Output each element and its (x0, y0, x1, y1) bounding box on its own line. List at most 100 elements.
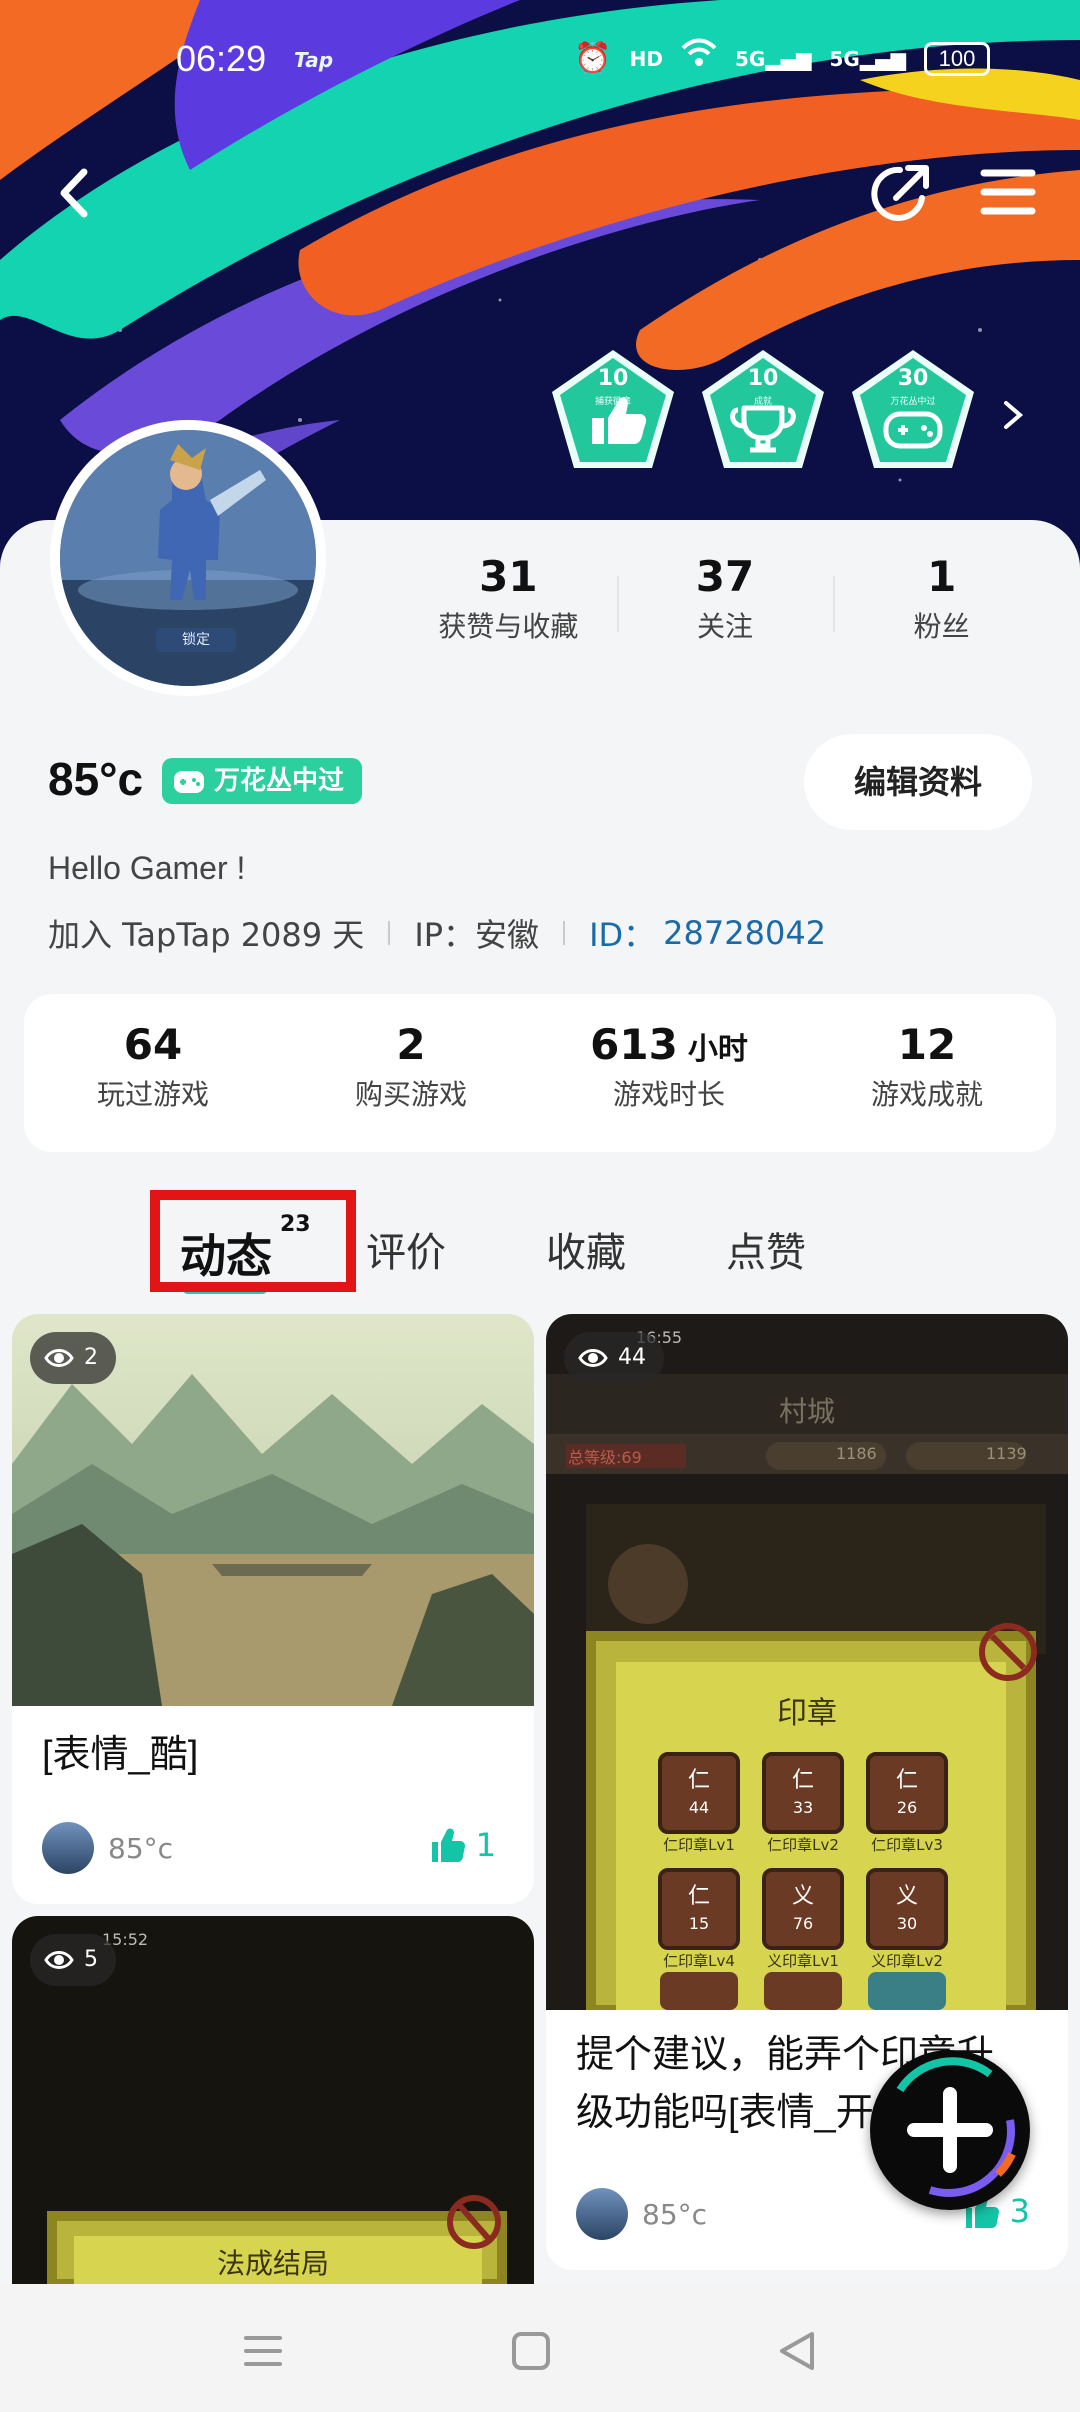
seal-count: 44 (688, 1798, 710, 1817)
status-bar: 06:29 Tap ⏰ HD 5G▂▄▆ 5G▂▄▆ 100 (0, 30, 1080, 94)
stat-followers[interactable]: 1 粉丝 (833, 552, 1050, 662)
tab-label: 评价 (366, 1230, 446, 1276)
seal-item: 仁 26 (868, 1754, 946, 1832)
badges-more-button[interactable] (998, 395, 1028, 435)
seal-item: 义 76 (764, 1870, 842, 1948)
avatar[interactable]: 锁定 (50, 420, 326, 696)
badge-thumbs-up[interactable]: 10 捕获徽章 (548, 346, 678, 476)
stat-value: 31 (479, 552, 538, 601)
feed-card[interactable]: 15:52 法成结局 5 (12, 1916, 534, 2284)
highlight-annotation-box (150, 1190, 356, 1292)
game-stat-purchased[interactable]: 2 购买游戏 (282, 994, 540, 1152)
badge-value: 30 (897, 366, 929, 391)
signal-label-2: 5G (829, 46, 860, 71)
home-nav-icon (512, 2332, 550, 2370)
profile-meta: 加入 TapTap 2089 天 IP：安徽 ID： 28728042 (48, 910, 826, 956)
game-stat-value: 12 (798, 1020, 1056, 1069)
back-nav-icon (780, 2332, 814, 2370)
achievement-badges[interactable]: 10 捕获徽章 10 成就 30 万花丛中过 (548, 346, 978, 476)
menu-nav-icon (244, 2336, 282, 2366)
back-button[interactable] (46, 158, 106, 228)
seal-glyph: 义 (895, 1884, 918, 1909)
game-stat-label: 购买游戏 (354, 1078, 467, 1111)
divider (388, 921, 391, 945)
5g-signal-icon: 5G▂▄▆ (735, 46, 812, 71)
tab-reviews[interactable]: 评价 (366, 1220, 446, 1278)
seal-count: 15 (688, 1914, 710, 1933)
game-stat-achievements[interactable]: 12 游戏成就 (798, 994, 1056, 1152)
screenshot-coins: 1186 (836, 1444, 877, 1463)
seal-count: 26 (896, 1798, 918, 1817)
eye-icon (578, 1349, 608, 1367)
badge-caption: 捕获徽章 (594, 397, 631, 407)
badge-trophy[interactable]: 10 成就 (698, 346, 828, 476)
like-button[interactable]: 1 (428, 1826, 496, 1864)
hd-icon: HD (629, 46, 663, 71)
seal-item: 义 30 (868, 1870, 946, 1948)
user-id-value[interactable]: 28728042 (663, 914, 826, 952)
signal-label: 5G (735, 46, 766, 71)
seal-count: 33 (792, 1798, 814, 1817)
game-stat-played[interactable]: 64 玩过游戏 (24, 994, 282, 1152)
share-button[interactable] (866, 158, 936, 228)
badge-caption: 成就 (753, 397, 772, 407)
menu-button[interactable] (978, 165, 1038, 220)
badge-caption: 万花丛中过 (890, 397, 936, 407)
seal-label: 义印章Lv1 (767, 1952, 839, 1970)
feed-card[interactable]: 2 [表情_酷] 85°c 1 (12, 1314, 534, 1904)
ip-location: IP：安徽 (414, 916, 540, 954)
seal-count: 30 (896, 1914, 918, 1933)
title-badge[interactable]: 万花丛中过 (162, 758, 363, 804)
stat-following[interactable]: 37 关注 (616, 552, 834, 662)
eye-icon (44, 1951, 74, 1969)
seal-label: 仁印章Lv1 (663, 1836, 735, 1854)
share-icon (871, 165, 929, 221)
avatar-tag: 锁定 (156, 628, 236, 652)
view-count: 44 (618, 1345, 646, 1370)
eye-icon (44, 1349, 74, 1367)
social-stats: 31 获赞与收藏 37 关注 1 粉丝 (400, 552, 1050, 662)
wifi-icon (681, 38, 717, 79)
edit-profile-button[interactable]: 编辑资料 (804, 734, 1032, 830)
stat-label: 获赞与收藏 (438, 610, 579, 643)
join-info: 加入 TapTap 2089 天 (48, 916, 365, 954)
badge-value: 10 (597, 366, 629, 391)
seal-glyph: 义 (791, 1884, 814, 1909)
view-count: 2 (84, 1345, 98, 1370)
badge-gamepad[interactable]: 30 万花丛中过 (848, 346, 978, 476)
system-navigation-bar (0, 2284, 1080, 2412)
post-author[interactable]: 85°c (576, 2188, 707, 2240)
battery-indicator: 100 (924, 41, 990, 76)
stat-value: 1 (927, 552, 957, 601)
back-chevron-icon (60, 168, 88, 218)
view-count-badge: 5 (30, 1934, 116, 1986)
post-author[interactable]: 85°c (42, 1822, 173, 1874)
view-count-badge: 2 (30, 1332, 116, 1384)
divider (563, 921, 566, 945)
author-avatar (576, 2188, 628, 2240)
screenshot-header: 村城 (778, 1395, 835, 1428)
title-badge-label: 万花丛中过 (214, 766, 345, 796)
tap-app-mark: Tap (294, 48, 334, 72)
tab-likes[interactable]: 点赞 (726, 1220, 806, 1278)
nav-back-button[interactable] (774, 2328, 820, 2374)
nav-home-button[interactable] (508, 2328, 554, 2374)
game-stat-playtime[interactable]: 613 小时 游戏时长 (540, 994, 798, 1152)
stat-label: 关注 (697, 610, 754, 643)
seal-item: 仁 15 (660, 1870, 738, 1948)
create-post-button[interactable] (870, 2050, 1030, 2210)
seal-item: 仁 33 (764, 1754, 842, 1832)
nav-menu-button[interactable] (240, 2328, 286, 2374)
tab-favorites[interactable]: 收藏 (546, 1220, 626, 1278)
game-stat-number: 12 (897, 1020, 957, 1069)
seal-label: 义印章Lv2 (871, 1952, 943, 1970)
game-stat-value: 613 小时 (540, 1020, 798, 1069)
seal-glyph: 仁 (687, 1768, 710, 1793)
seal-label: 仁印章Lv3 (871, 1836, 943, 1854)
tab-label: 点赞 (726, 1230, 806, 1276)
status-time: 06:29 (176, 38, 267, 79)
seal-glyph: 仁 (895, 1768, 918, 1793)
seal-label: 仁印章Lv2 (767, 1836, 839, 1854)
user-id-label[interactable]: ID： (589, 910, 655, 956)
stat-likes[interactable]: 31 获赞与收藏 (400, 552, 617, 662)
